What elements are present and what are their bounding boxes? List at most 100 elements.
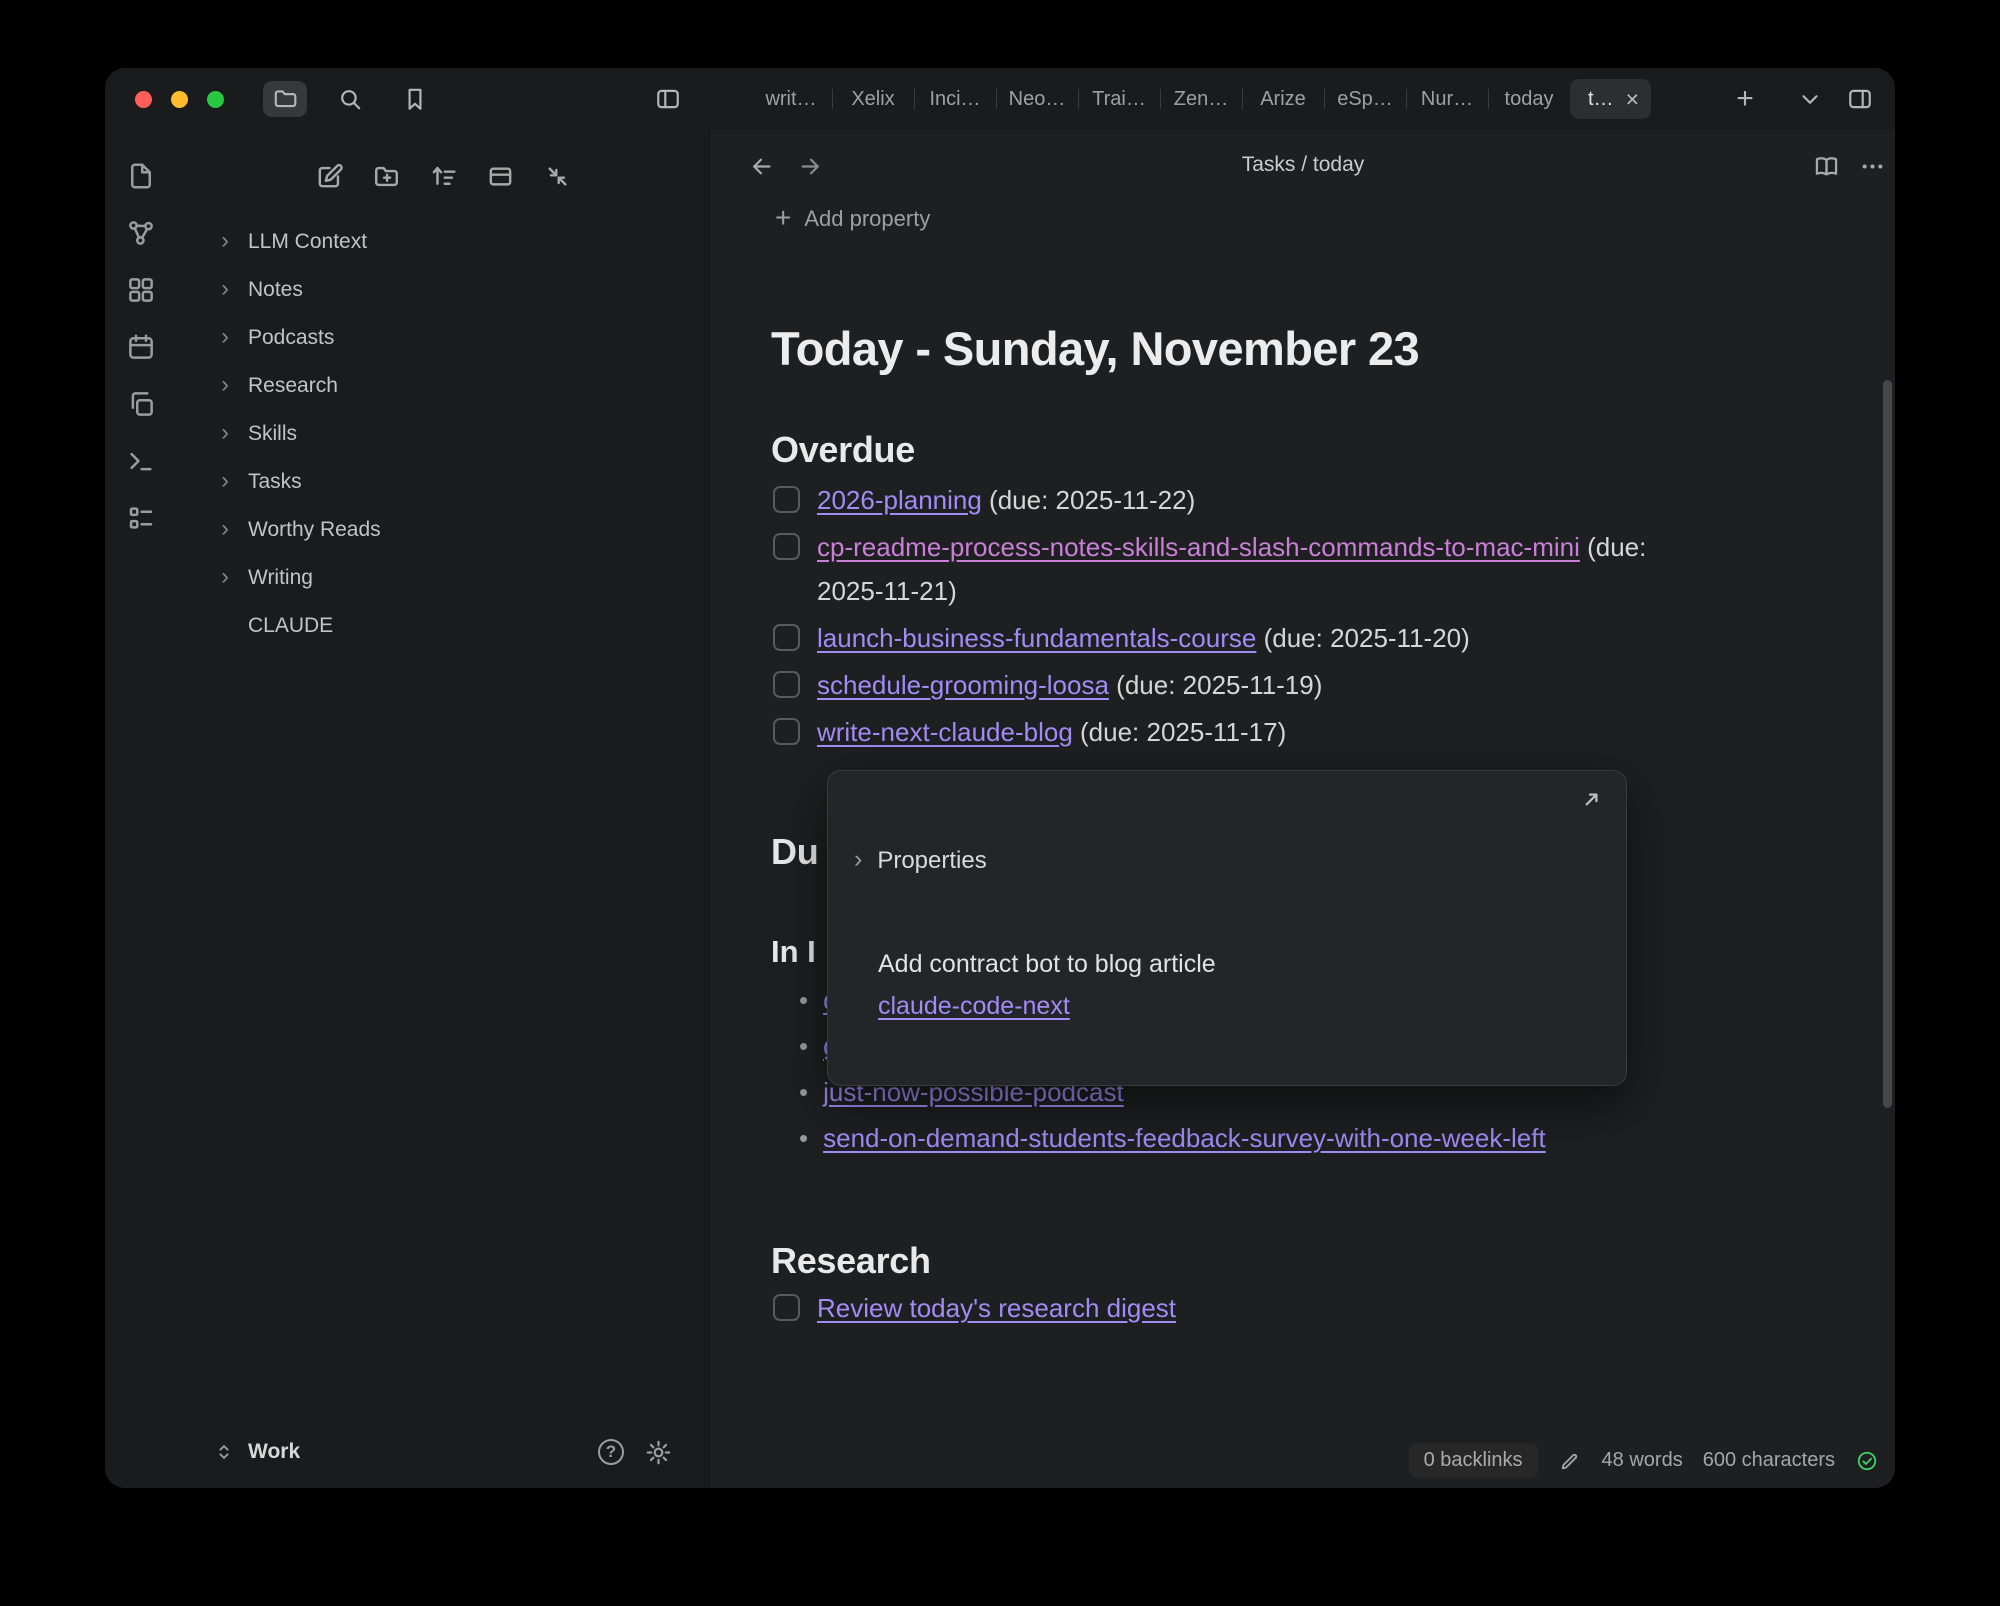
folder-skills[interactable]: ›Skills (177, 410, 709, 458)
help-button[interactable]: ? (594, 1435, 628, 1469)
more-options-button[interactable] (1855, 149, 1889, 183)
tab-label: Nur… (1421, 88, 1473, 111)
task-checkbox[interactable] (773, 718, 800, 745)
note-link[interactable]: launch-business-fundamentals-course (817, 623, 1256, 653)
folder-worthy-reads[interactable]: ›Worthy Reads (177, 506, 709, 554)
add-property-button[interactable]: + Add property (775, 206, 930, 232)
settings-button[interactable] (641, 1435, 675, 1469)
tab-arize[interactable]: Arize (1242, 79, 1324, 119)
tab-inci[interactable]: Inci… (914, 79, 996, 119)
toggle-right-sidebar-button[interactable] (1838, 81, 1882, 117)
graph-view-button[interactable] (121, 213, 161, 253)
new-note-button[interactable] (309, 156, 349, 196)
research-heading: Research (771, 1240, 931, 1282)
folder-label: Notes (248, 278, 303, 302)
chevron-right-icon: › (221, 373, 235, 397)
terminal-button[interactable] (121, 441, 161, 481)
vault-name: Work (248, 1440, 300, 1464)
templates-button[interactable] (121, 384, 161, 424)
close-window-button[interactable] (135, 91, 152, 108)
vault-switcher[interactable]: Work (213, 1440, 300, 1464)
file-button[interactable] (121, 156, 161, 196)
panel-right-icon (1847, 86, 1873, 112)
tasks-view-button[interactable] (121, 498, 161, 538)
tab-today[interactable]: today (1488, 79, 1570, 119)
collapse-all-button[interactable] (537, 156, 577, 196)
ellipsis-icon (1859, 153, 1886, 180)
task-row: write-next-claude-blog (due: 2025-11-17) (771, 710, 1671, 754)
new-tab-button[interactable]: + (1723, 81, 1767, 117)
tab-active[interactable]: t… × (1570, 79, 1651, 119)
tab-zen[interactable]: Zen… (1160, 79, 1242, 119)
folder-podcasts[interactable]: ›Podcasts (177, 314, 709, 362)
tab-list-button[interactable] (1788, 81, 1832, 117)
file-explorer: ›LLM Context ›Notes ›Podcasts ›Research … (177, 130, 710, 1488)
tab-strip: writ… Xelix Inci… Neo… Trai… Zen… Arize … (750, 79, 1651, 119)
breadcrumb[interactable]: Tasks / today (711, 130, 1895, 200)
search-button[interactable] (328, 81, 372, 117)
daily-note-button[interactable] (121, 327, 161, 367)
note-link[interactable]: claude-code-next (878, 992, 1070, 1020)
check-circle-icon (1856, 1450, 1878, 1472)
properties-toggle[interactable]: › Properties (854, 847, 987, 875)
tab-xelix[interactable]: Xelix (832, 79, 914, 119)
canvas-button[interactable] (121, 270, 161, 310)
note-link[interactable]: write-next-claude-blog (817, 717, 1073, 747)
tab-neo[interactable]: Neo… (996, 79, 1078, 119)
panel-left-icon (655, 86, 681, 112)
add-property-label: Add property (804, 206, 930, 232)
backlinks-count[interactable]: 0 backlinks (1409, 1443, 1538, 1478)
tab-nur[interactable]: Nur… (1406, 79, 1488, 119)
task-row: schedule-grooming-loosa (due: 2025-11-19… (771, 663, 1671, 707)
tab-trai[interactable]: Trai… (1078, 79, 1160, 119)
tab-label: today (1505, 88, 1554, 111)
scrollbar-thumb[interactable] (1883, 380, 1892, 1108)
tab-label: eSp… (1337, 88, 1393, 111)
status-bar: 0 backlinks 48 words 600 characters (1409, 1443, 1879, 1478)
task-row: 2026-planning (due: 2025-11-22) (771, 478, 1671, 522)
list-item: •send-on-demand-students-feedback-survey… (799, 1115, 1546, 1161)
sort-button[interactable] (423, 156, 463, 196)
open-in-pane-button[interactable] (1578, 787, 1608, 817)
toggle-left-sidebar-button[interactable] (646, 81, 690, 117)
reading-view-button[interactable] (1809, 149, 1843, 183)
tab-label: Zen… (1174, 88, 1228, 111)
due-date: (due: 2025-11-19) (1109, 670, 1322, 700)
sync-status-button[interactable] (1855, 1449, 1879, 1473)
zoom-window-button[interactable] (207, 91, 224, 108)
properties-label: Properties (877, 847, 986, 875)
folder-notes[interactable]: ›Notes (177, 266, 709, 314)
tab-writ[interactable]: writ… (750, 79, 832, 119)
note-link[interactable]: schedule-grooming-loosa (817, 670, 1109, 700)
close-tab-icon[interactable]: × (1626, 88, 1639, 111)
minimize-window-button[interactable] (171, 91, 188, 108)
due-today-heading-clipped: Du (771, 831, 818, 873)
vault-folder-button[interactable] (263, 81, 307, 117)
task-checkbox[interactable] (773, 533, 800, 560)
plus-icon: + (1736, 82, 1754, 116)
task-checkbox[interactable] (773, 486, 800, 513)
folder-tasks[interactable]: ›Tasks (177, 458, 709, 506)
file-label: CLAUDE (248, 614, 333, 638)
checklist-icon (126, 503, 156, 533)
note-link[interactable]: Review today's research digest (817, 1293, 1176, 1323)
task-checkbox[interactable] (773, 671, 800, 698)
folder-writing[interactable]: ›Writing (177, 554, 709, 602)
folder-llm-context[interactable]: ›LLM Context (177, 218, 709, 266)
edit-mode-button[interactable] (1558, 1449, 1582, 1473)
tab-esp[interactable]: eSp… (1324, 79, 1406, 119)
task-checkbox[interactable] (773, 1294, 800, 1321)
note-link[interactable]: send-on-demand-students-feedback-survey-… (823, 1123, 1546, 1153)
expand-panel-button[interactable] (480, 156, 520, 196)
chevron-down-icon (1797, 86, 1823, 112)
task-row: cp-readme-process-notes-skills-and-slash… (771, 525, 1671, 613)
folder-research[interactable]: ›Research (177, 362, 709, 410)
note-link[interactable]: 2026-planning (817, 485, 982, 515)
note-link[interactable]: cp-readme-process-notes-skills-and-slash… (817, 532, 1580, 562)
editor-pane: Tasks / today + Add property Today - Sun… (711, 130, 1895, 1488)
file-claude[interactable]: CLAUDE (177, 602, 709, 650)
task-checkbox[interactable] (773, 624, 800, 651)
new-folder-button[interactable] (366, 156, 406, 196)
ribbon (105, 130, 177, 1488)
bookmarks-button[interactable] (393, 81, 437, 117)
